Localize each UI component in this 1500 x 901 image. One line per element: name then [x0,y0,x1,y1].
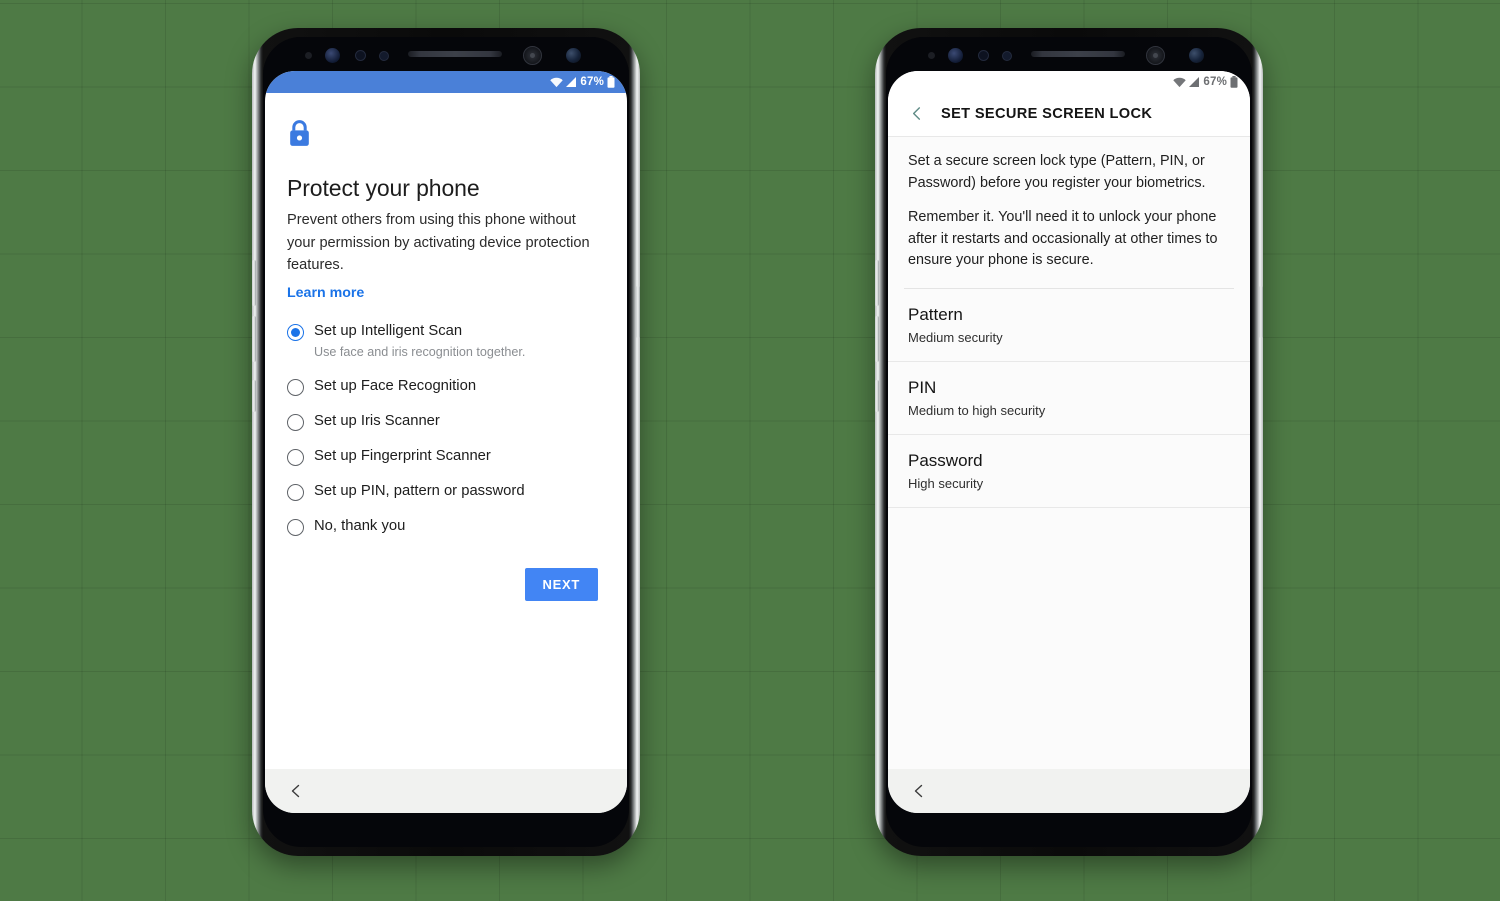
option-label: Set up Intelligent Scan [314,322,463,339]
iris-led-icon [948,48,963,63]
lock-icon [287,119,605,153]
status-bar-right: 67% [888,71,1250,93]
option-intelligent-scan[interactable]: Set up Intelligent Scan Use face and iri… [287,314,605,369]
screen-left: 67% Protect your phone Prevent others fr… [265,71,627,813]
earpiece-speaker [1031,51,1125,57]
radio-iris-scanner[interactable] [287,413,304,431]
battery-percent-label: 67% [580,76,604,88]
proximity-sensor-icon [928,52,935,59]
screen-left-content: Protect your phone Prevent others from u… [265,93,627,769]
option-iris-scanner[interactable]: Set up Iris Scanner [287,404,605,439]
wifi-icon [550,77,564,87]
empty-area [888,507,1250,769]
signal-icon [1189,77,1200,87]
back-chevron-icon[interactable] [908,105,925,122]
lock-type-password[interactable]: Password High security [888,434,1250,508]
ir-sensor-icon [1002,51,1012,61]
protection-options-list: Set up Intelligent Scan Use face and iri… [287,314,605,544]
navigation-bar-right [888,769,1250,813]
option-label: Set up Fingerprint Scanner [314,447,491,464]
screen-lock-description: Set a secure screen lock type (Pattern, … [888,137,1250,288]
description-paragraph-2: Remember it. You'll need it to unlock yo… [908,209,1218,268]
battery-percent-label: 67% [1203,76,1227,88]
radio-no-thank-you[interactable] [287,518,304,536]
option-label: No, thank you [314,517,406,534]
volume-button-down[interactable] [875,316,879,362]
front-camera-icon [1189,48,1204,63]
power-button[interactable] [636,286,640,338]
iris-led-icon [325,48,340,63]
phone-left: 67% Protect your phone Prevent others fr… [252,28,640,856]
volume-button-down[interactable] [252,316,256,362]
option-label: Set up Iris Scanner [314,412,440,429]
front-camera-icon [566,48,581,63]
signal-icon [566,77,577,87]
lock-type-subtitle: Medium to high security [908,402,1046,418]
lock-type-subtitle: High security [908,475,984,491]
sensor-strip-left [263,37,629,71]
lock-type-subtitle: Medium security [908,329,1003,345]
lock-type-title: PIN [908,377,937,397]
radio-pin-pattern-password[interactable] [287,483,304,501]
back-chevron-icon[interactable] [910,782,928,800]
lock-type-pin[interactable]: PIN Medium to high security [888,361,1250,435]
status-bar-left: 67% [265,71,627,93]
light-sensor-icon [355,50,366,61]
iris-scanner-icon [1146,46,1165,65]
option-label: Set up Face Recognition [314,377,477,394]
bixby-button[interactable] [252,380,256,412]
phone-left-body: 67% Protect your phone Prevent others fr… [263,37,629,847]
iris-scanner-icon [523,46,542,65]
page-description: Prevent others from using this phone wit… [287,212,590,273]
lock-type-pattern[interactable]: Pattern Medium security [888,288,1250,362]
light-sensor-icon [978,50,989,61]
navigation-bar-left [265,769,627,813]
lock-type-title: Password [908,450,983,470]
volume-button-up[interactable] [875,260,879,306]
phone-right: 67% SET SECURE SCREEN LOCK Set a secure … [875,28,1263,856]
ir-sensor-icon [379,51,389,61]
battery-icon [1230,76,1238,88]
page-title: SET SECURE SCREEN LOCK [941,105,1153,122]
option-fingerprint-scanner[interactable]: Set up Fingerprint Scanner [287,439,605,474]
page-title: Protect your phone [287,175,480,201]
description-paragraph-1: Set a secure screen lock type (Pattern, … [908,153,1206,191]
power-button[interactable] [1259,286,1263,338]
radio-fingerprint-scanner[interactable] [287,448,304,466]
back-chevron-icon[interactable] [287,782,305,800]
phone-right-body: 67% SET SECURE SCREEN LOCK Set a secure … [886,37,1252,847]
next-button[interactable]: NEXT [524,567,598,601]
option-sublabel: Use face and iris recognition together. [314,344,526,359]
proximity-sensor-icon [305,52,312,59]
screen-right-content: SET SECURE SCREEN LOCK Set a secure scre… [888,93,1250,769]
sensor-strip-right [886,37,1252,71]
volume-button-up[interactable] [252,260,256,306]
wifi-icon [1173,77,1187,87]
option-pin-pattern-password[interactable]: Set up PIN, pattern or password [287,474,605,509]
next-button-row: NEXT [287,567,605,601]
bixby-button[interactable] [875,380,879,412]
learn-more-link[interactable]: Learn more [287,285,364,301]
option-label: Set up PIN, pattern or password [314,482,525,499]
radio-face-recognition[interactable] [287,378,304,396]
radio-intelligent-scan[interactable] [287,323,304,341]
battery-icon [607,76,615,88]
screen-right: 67% SET SECURE SCREEN LOCK Set a secure … [888,71,1250,813]
screen-lock-header: SET SECURE SCREEN LOCK [888,93,1250,137]
option-face-recognition[interactable]: Set up Face Recognition [287,369,605,404]
lock-type-title: Pattern [908,304,963,324]
earpiece-speaker [408,51,502,57]
option-no-thank-you[interactable]: No, thank you [287,509,605,544]
